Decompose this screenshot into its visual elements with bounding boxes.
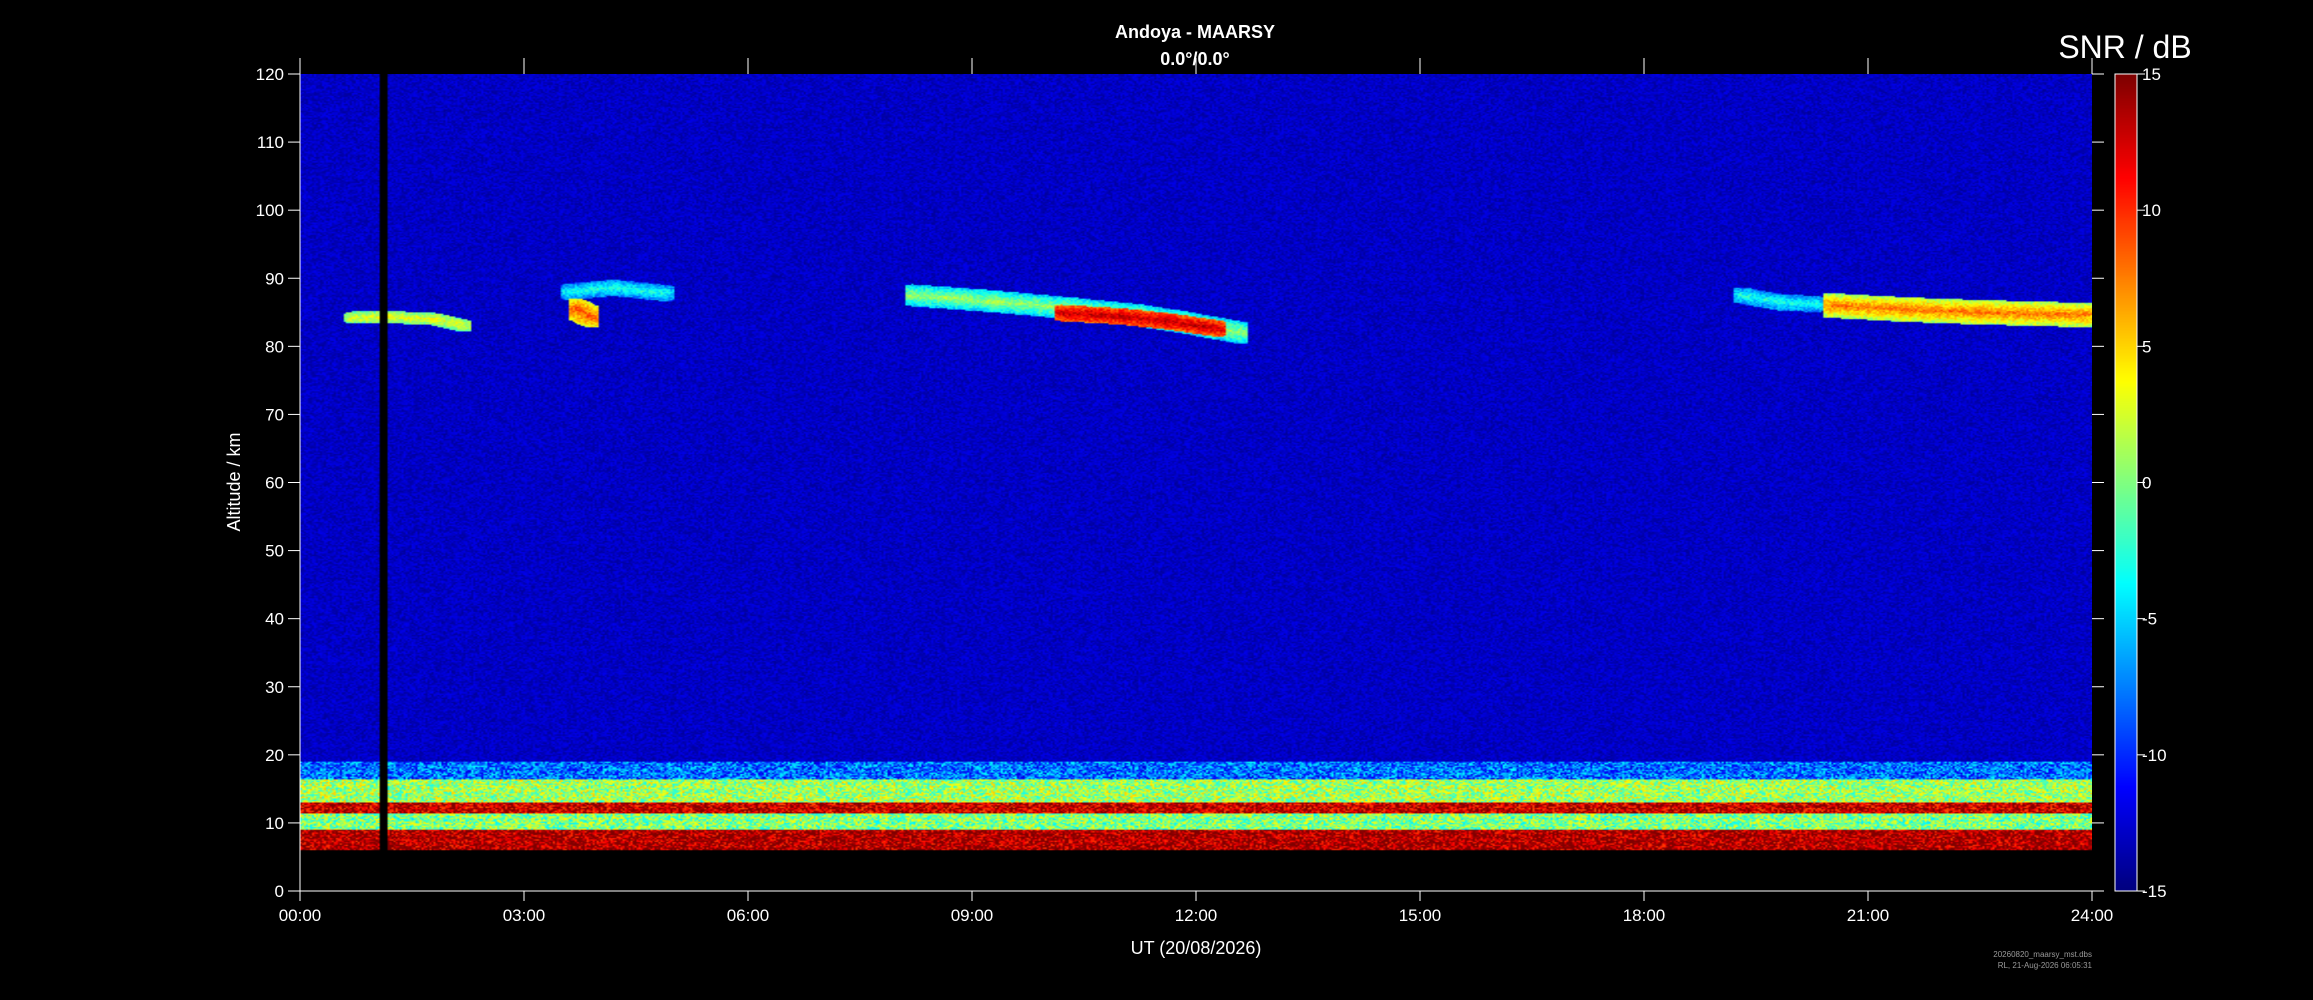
y-tick-label: 110 [257, 133, 284, 152]
colorbar-tick-label: -15 [2142, 882, 2167, 901]
colorbar-tick-label: 10 [2142, 201, 2161, 220]
y-tick-label: 40 [265, 610, 284, 629]
colorbar-gradient [2115, 74, 2137, 891]
y-tick-label: 120 [256, 65, 284, 84]
colorbar-title: SNR / dB [2058, 29, 2191, 65]
chart-subtitle: 0.0°/0.0° [1160, 49, 1229, 69]
colorbar-tick-label: -10 [2142, 746, 2167, 765]
y-tick-label: 100 [256, 201, 284, 220]
colorbar-tick-label: 15 [2142, 65, 2161, 84]
y-tick-label: 30 [265, 678, 284, 697]
x-tick-label: 15:00 [1399, 906, 1442, 925]
x-tick-label: 03:00 [503, 906, 546, 925]
x-tick-label: 21:00 [1847, 906, 1890, 925]
heatmap-image [300, 74, 2092, 891]
chart-title: Andoya - MAARSY [1115, 22, 1275, 42]
x-axis-label: UT (20/08/2026) [1131, 938, 1262, 958]
y-tick-label: 60 [265, 474, 284, 493]
x-tick-label: 24:00 [2071, 906, 2114, 925]
y-axis-label: Altitude / km [224, 432, 244, 531]
y-tick-label: 20 [265, 746, 284, 765]
x-tick-label: 00:00 [279, 906, 322, 925]
y-tick-label: 50 [265, 542, 284, 561]
colorbar-tick-label: 0 [2142, 474, 2151, 493]
y-tick-label: 0 [275, 882, 284, 901]
x-tick-label: 09:00 [951, 906, 994, 925]
y-tick-label: 90 [265, 269, 284, 288]
footer-timestamp: RL, 21-Aug-2026 06:05:31 [1998, 961, 2093, 970]
colorbar-tick-label: -5 [2142, 610, 2157, 629]
x-tick-label: 06:00 [727, 906, 770, 925]
chart: Andoya - MAARSY 0.0°/0.0° 00:00 03:00 06:0… [224, 22, 2192, 970]
x-tick-label: 18:00 [1623, 906, 1666, 925]
y-tick-label: 10 [265, 814, 284, 833]
footer-filename: 20260820_maarsy_mst.dbs [1993, 950, 2092, 959]
y-tick-label: 70 [265, 405, 284, 424]
y-tick-label: 80 [265, 337, 284, 356]
colorbar-tick-label: 5 [2142, 337, 2151, 356]
colorbar-axis: 15 10 5 0 -5 -10 -15 [2137, 65, 2167, 901]
x-tick-label: 12:00 [1175, 906, 1218, 925]
